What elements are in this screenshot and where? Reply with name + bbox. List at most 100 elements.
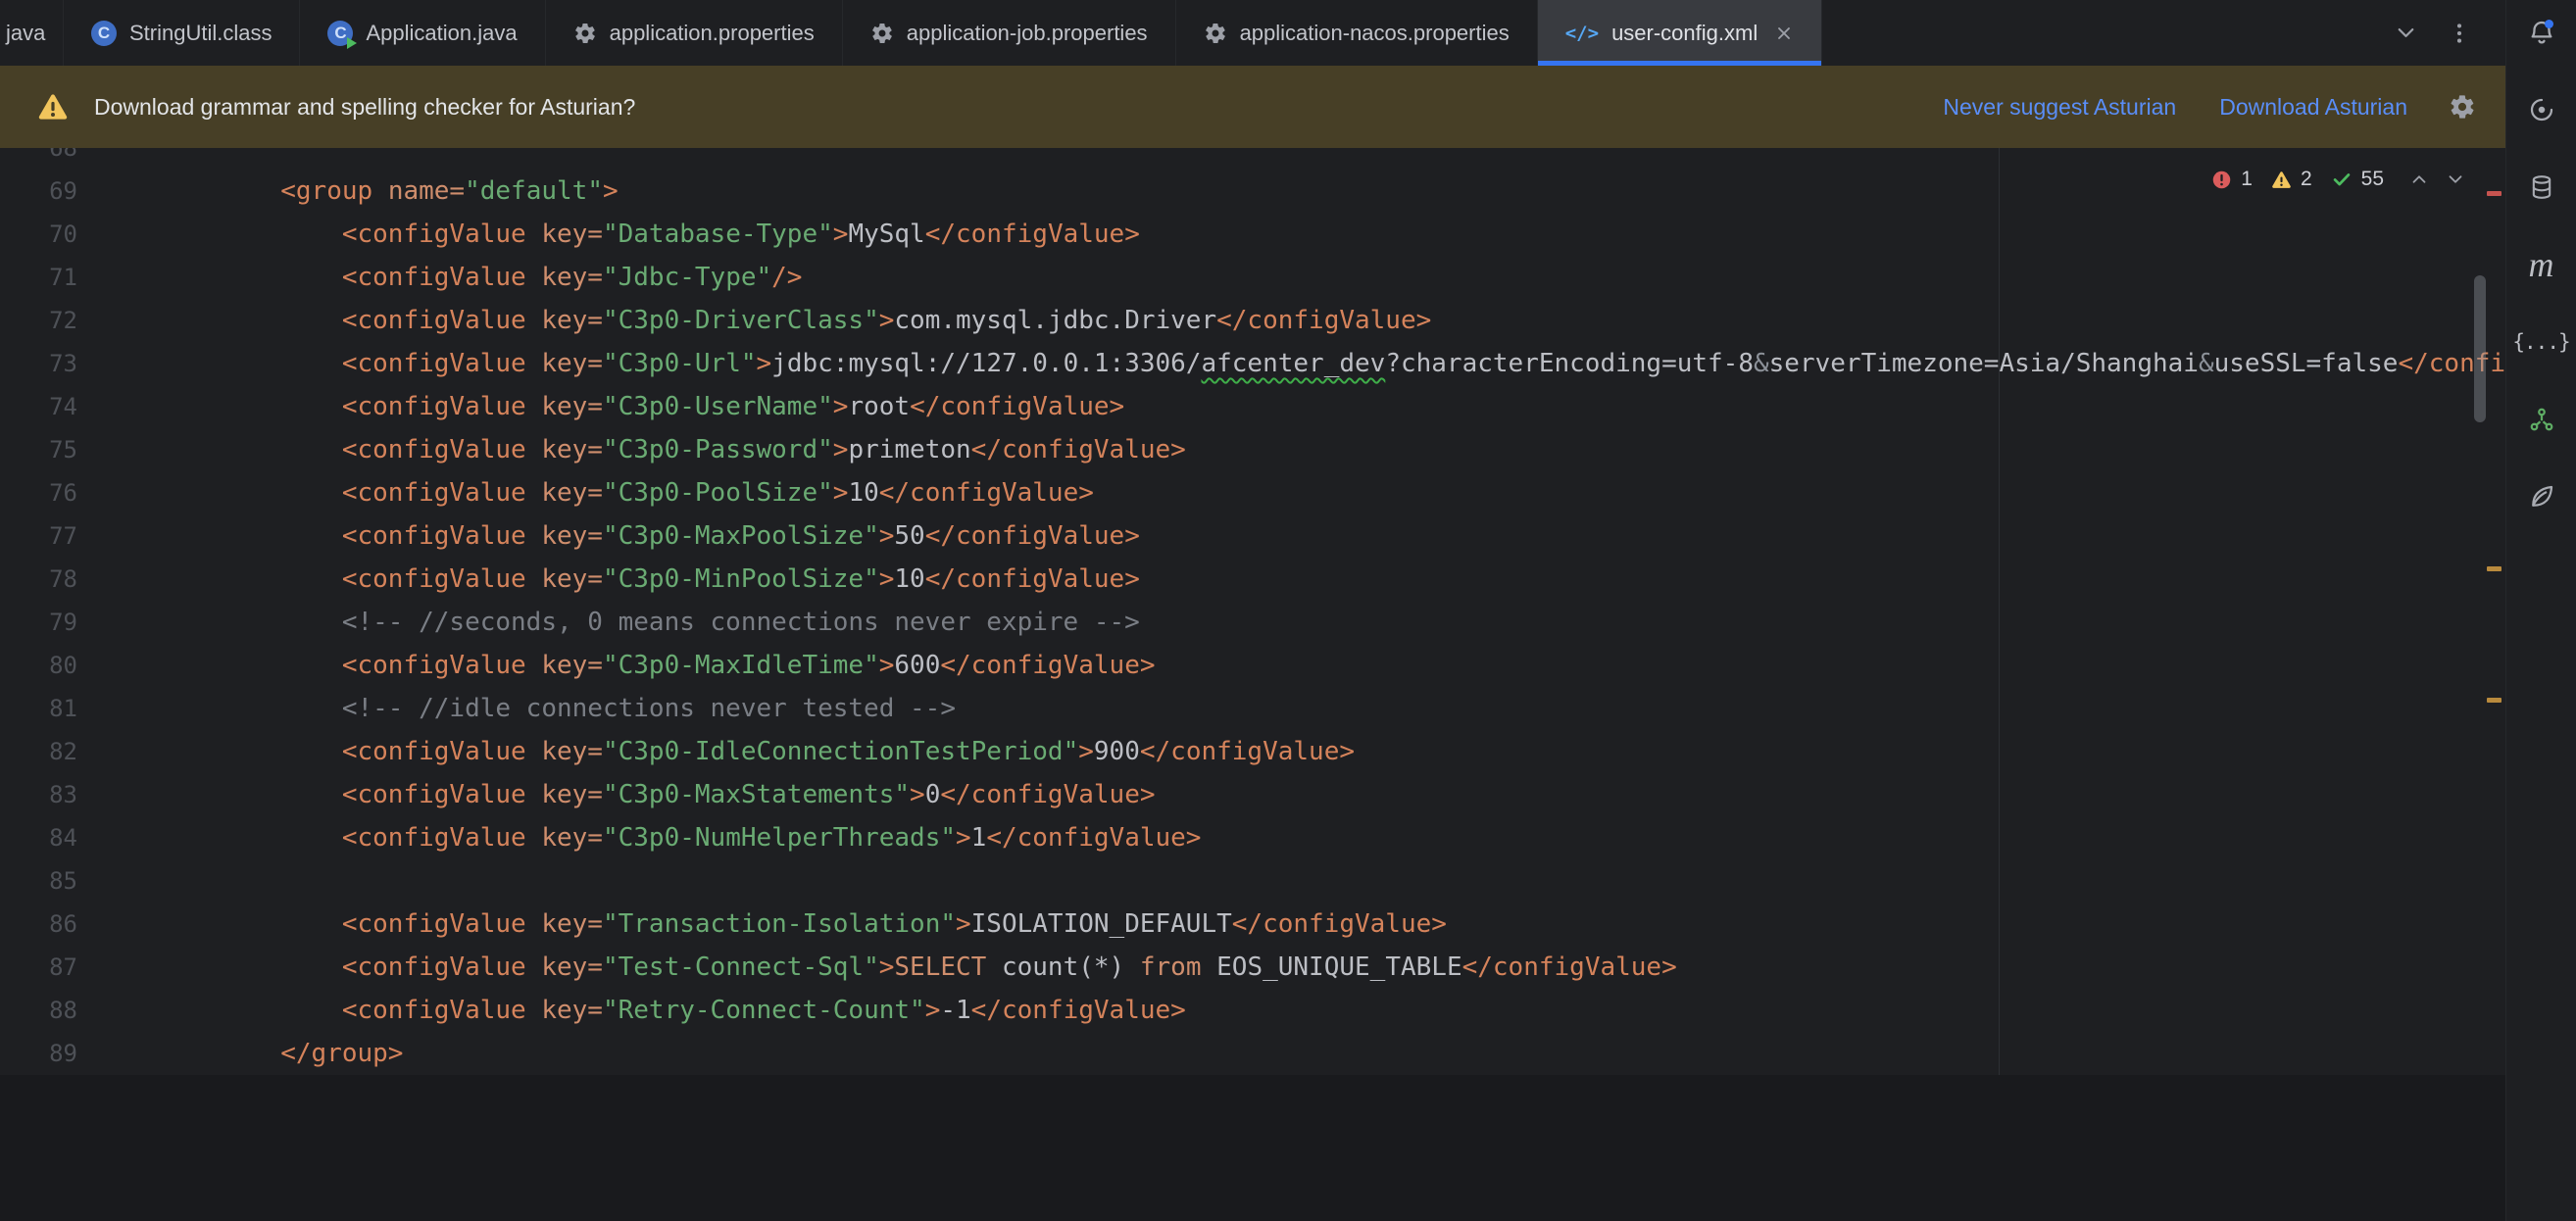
tab-StringUtil.class[interactable]: C StringUtil.class	[64, 0, 300, 66]
gear-icon[interactable]	[2449, 93, 2476, 121]
tab-label: StringUtil.class	[129, 21, 272, 46]
ai-assistant-button[interactable]	[2520, 88, 2563, 131]
line-number[interactable]: 80	[0, 652, 77, 679]
notifications-button[interactable]	[2520, 11, 2563, 54]
tab-label: user-config.xml	[1611, 21, 1758, 46]
line-number[interactable]: 82	[0, 738, 77, 765]
code-text[interactable]: <configValue key="C3p0-Password">primeto…	[158, 435, 1186, 464]
line-number[interactable]: 71	[0, 264, 77, 291]
maven-button[interactable]: m	[2520, 243, 2563, 286]
suggestion-banner: Download grammar and spelling checker fo…	[0, 66, 2505, 148]
tab-application.properties[interactable]: application.properties	[546, 0, 843, 66]
close-icon	[1774, 24, 1794, 43]
code-line: 79 <!-- //seconds, 0 means connections n…	[0, 601, 2505, 644]
tab-bar-actions	[2393, 0, 2505, 66]
ai-assistant-icon	[2527, 95, 2556, 124]
inspections-widget[interactable]: 1 2 55	[2211, 168, 2466, 191]
tab-label: Application.java	[366, 21, 517, 46]
code-text[interactable]: <configValue key="Transaction-Isolation"…	[158, 909, 1447, 939]
code-line: 89 </group>	[0, 1032, 2505, 1075]
hidden-tabs-button[interactable]	[2393, 20, 2419, 46]
editor-tabs: javaCStringUtil.classCApplication.javaap…	[0, 0, 1822, 66]
tab-clipped[interactable]: java	[0, 0, 64, 66]
close-tab-button[interactable]	[1774, 24, 1794, 43]
gear-icon	[870, 22, 894, 45]
line-number[interactable]: 76	[0, 479, 77, 507]
code-text[interactable]: <configValue key="Retry-Connect-Count">-…	[158, 996, 1186, 1025]
line-number[interactable]: 85	[0, 867, 77, 895]
modules-icon	[2527, 405, 2556, 434]
line-number[interactable]: 83	[0, 781, 77, 808]
tab-Application.java[interactable]: CApplication.java	[300, 0, 545, 66]
code-text[interactable]: <configValue key="C3p0-MinPoolSize">10</…	[158, 564, 1140, 594]
notification-dot	[2545, 20, 2553, 28]
line-number[interactable]: 78	[0, 565, 77, 593]
code-line: 69 <group name="default">	[0, 170, 2505, 213]
modules-button[interactable]	[2520, 398, 2563, 441]
database-button[interactable]	[2520, 166, 2563, 209]
code-text[interactable]: <configValue key="C3p0-DriverClass">com.…	[158, 306, 1431, 335]
endpoints-button[interactable]: {...}	[2520, 320, 2563, 364]
line-number[interactable]: 77	[0, 522, 77, 550]
line-number[interactable]: 68	[0, 148, 77, 162]
line-number[interactable]: 72	[0, 307, 77, 334]
passed-count: 55	[2361, 168, 2384, 191]
stripe-mark-warning[interactable]	[2487, 698, 2502, 703]
code-line: 77 <configValue key="C3p0-MaxPoolSize">5…	[0, 514, 2505, 558]
next-issue-button[interactable]	[2445, 169, 2466, 190]
download-link[interactable]: Download Asturian	[2219, 94, 2407, 121]
line-number[interactable]: 84	[0, 824, 77, 852]
chevron-down-icon	[2445, 169, 2466, 190]
spring-button[interactable]	[2520, 475, 2563, 518]
code-line: 70 <configValue key="Database-Type">MySq…	[0, 213, 2505, 256]
code-text[interactable]: <group name="default">	[158, 176, 619, 206]
code-text[interactable]: <configValue key="C3p0-NumHelperThreads"…	[158, 823, 1201, 853]
line-number[interactable]: 86	[0, 910, 77, 938]
line-number[interactable]: 88	[0, 997, 77, 1024]
chevron-down-icon	[2393, 20, 2419, 46]
line-number[interactable]: 81	[0, 695, 77, 722]
leaf-icon	[2527, 482, 2556, 512]
code-text[interactable]: <configValue key="C3p0-MaxStatements">0<…	[158, 780, 1156, 809]
code-line: 71 <configValue key="Jdbc-Type"/>	[0, 256, 2505, 299]
code-text[interactable]: <configValue key="Test-Connect-Sql">SELE…	[158, 952, 1677, 982]
never-suggest-link[interactable]: Never suggest Asturian	[1943, 94, 2176, 121]
vertical-scrollbar[interactable]	[2474, 275, 2486, 422]
tab-user-config.xml[interactable]: </>user-config.xml	[1538, 0, 1822, 66]
code-text[interactable]: <configValue key="C3p0-MaxPoolSize">50</…	[158, 521, 1140, 551]
tab-application-nacos.properties[interactable]: application-nacos.properties	[1176, 0, 1538, 66]
code-line: 73 <configValue key="C3p0-Url">jdbc:mysq…	[0, 342, 2505, 385]
code-text[interactable]: <configValue key="C3p0-IdleConnectionTes…	[158, 737, 1355, 766]
code-text[interactable]: </group>	[158, 1039, 403, 1068]
line-number[interactable]: 74	[0, 393, 77, 420]
stripe-mark-error[interactable]	[2487, 191, 2502, 196]
code-text[interactable]: <configValue key="Database-Type">MySql</…	[158, 220, 1140, 249]
tab-options-button[interactable]	[2447, 21, 2472, 46]
code-text[interactable]: <configValue key="C3p0-Url">jdbc:mysql:/…	[158, 349, 2505, 378]
code-area[interactable]: 6869 <group name="default">70 <configVal…	[0, 148, 2505, 1075]
error-icon	[2211, 170, 2232, 190]
code-line: 86 <configValue key="Transaction-Isolati…	[0, 903, 2505, 946]
code-text[interactable]: <configValue key="Jdbc-Type"/>	[158, 263, 802, 292]
code-text[interactable]: <!-- //seconds, 0 means connections neve…	[158, 608, 1140, 637]
stripe-mark-warning[interactable]	[2487, 566, 2502, 571]
code-text[interactable]: <configValue key="C3p0-PoolSize">10</con…	[158, 478, 1094, 508]
warning-triangle-icon	[37, 91, 69, 122]
code-text[interactable]: <configValue key="C3p0-MaxIdleTime">600<…	[158, 651, 1156, 680]
line-number[interactable]: 70	[0, 220, 77, 248]
check-icon	[2331, 169, 2353, 190]
prev-issue-button[interactable]	[2408, 169, 2430, 190]
code-text[interactable]: <configValue key="C3p0-UserName">root</c…	[158, 392, 1124, 421]
code-line: 80 <configValue key="C3p0-MaxIdleTime">6…	[0, 644, 2505, 687]
code-text[interactable]: <!-- //idle connections never tested -->	[158, 694, 956, 723]
line-number[interactable]: 73	[0, 350, 77, 377]
line-number[interactable]: 87	[0, 953, 77, 981]
line-number[interactable]: 75	[0, 436, 77, 464]
class-icon: C	[91, 21, 117, 46]
code-line: 68	[0, 148, 2505, 170]
code-line: 81 <!-- //idle connections never tested …	[0, 687, 2505, 730]
tab-application-job.properties[interactable]: application-job.properties	[843, 0, 1176, 66]
line-number[interactable]: 89	[0, 1040, 77, 1067]
line-number[interactable]: 69	[0, 177, 77, 205]
line-number[interactable]: 79	[0, 609, 77, 636]
